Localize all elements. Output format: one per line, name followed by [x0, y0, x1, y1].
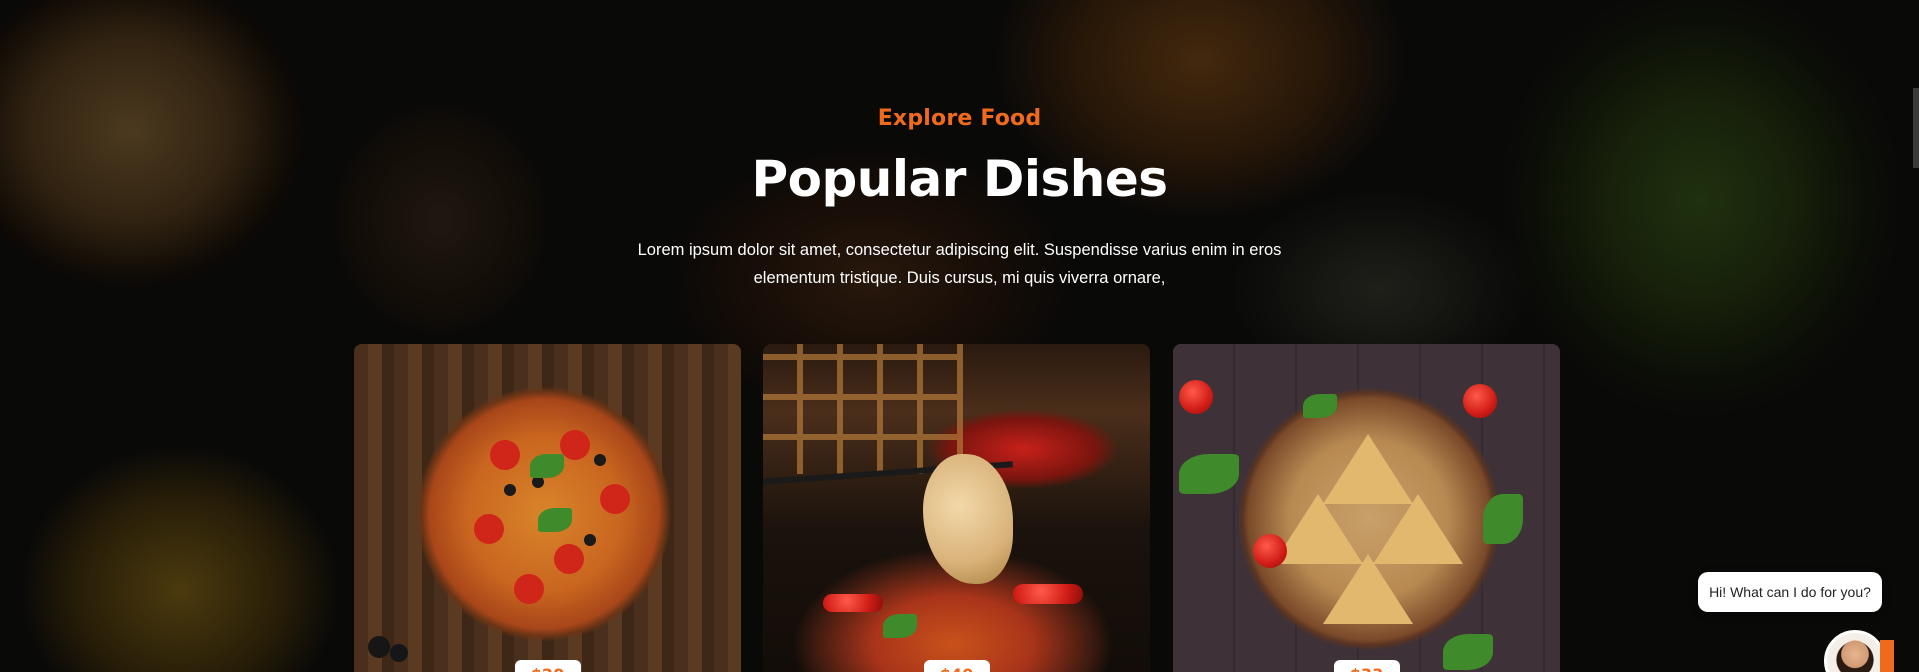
- dish-card[interactable]: $33: [1173, 344, 1560, 672]
- dish-price: $33: [1333, 660, 1400, 672]
- scrollbar-thumb[interactable]: [1913, 88, 1919, 168]
- dish-price: $20: [514, 660, 581, 672]
- popular-dishes-section: Explore Food Popular Dishes Lorem ipsum …: [0, 0, 1919, 672]
- section-description: Lorem ipsum dolor sit amet, consectetur …: [637, 241, 1282, 287]
- samosa-photo: [1173, 344, 1560, 672]
- dish-card[interactable]: $40: [763, 344, 1150, 672]
- chat-prompt-bubble[interactable]: Hi! What can I do for you?: [1698, 572, 1882, 612]
- pizza-photo: [354, 344, 741, 672]
- chat-launcher-edge[interactable]: [1880, 640, 1894, 672]
- dish-price: $40: [923, 660, 990, 672]
- dish-card[interactable]: $20: [354, 344, 741, 672]
- support-agent-avatar[interactable]: [1824, 630, 1886, 672]
- noodle-soup-photo: [763, 344, 1150, 672]
- section-eyebrow: Explore Food: [877, 106, 1042, 131]
- section-title: Popular Dishes: [751, 150, 1169, 208]
